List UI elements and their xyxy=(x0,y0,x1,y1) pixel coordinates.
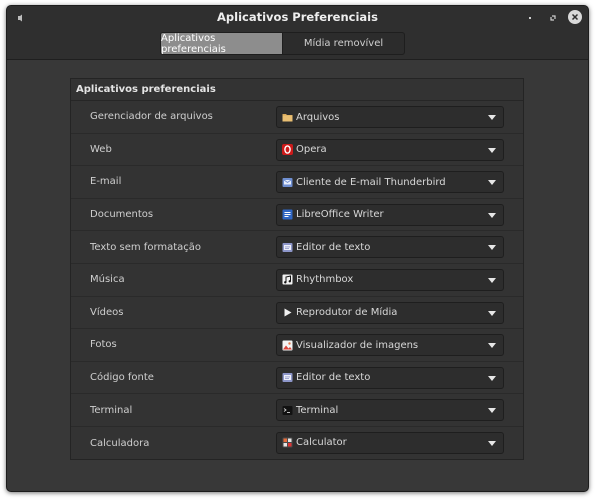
combo-value: Terminal xyxy=(296,404,339,416)
chevron-down-icon xyxy=(488,115,496,120)
web-select[interactable]: Opera xyxy=(276,138,504,161)
chevron-down-icon xyxy=(488,310,496,316)
row-label: Música xyxy=(90,274,125,286)
combo-value: Arquivos xyxy=(296,111,340,123)
combo-value: Reprodutor de Mídia xyxy=(296,307,398,319)
libreoffice-writer-icon xyxy=(282,209,293,220)
window-title: Aplicativos Preferenciais xyxy=(217,10,378,24)
chevron-down-icon xyxy=(488,277,496,283)
terminal-select[interactable]: Terminal xyxy=(276,399,504,422)
chevron-down-icon xyxy=(488,245,496,251)
row-terminal: Terminal Terminal xyxy=(71,394,523,427)
chevron-down-icon xyxy=(488,440,496,446)
calculator-icon xyxy=(282,437,293,448)
thunderbird-icon xyxy=(282,177,293,188)
minimize-icon xyxy=(529,17,531,19)
row-label: Texto sem formatação xyxy=(90,241,202,253)
row-label: Gerenciador de arquivos xyxy=(90,111,213,123)
rhythmbox-icon xyxy=(282,274,293,285)
videos-select[interactable]: Reprodutor de Mídia xyxy=(276,301,504,324)
photos-select[interactable]: Visualizador de imagens xyxy=(276,334,504,357)
file-manager-select[interactable]: Arquivos xyxy=(276,106,504,128)
opera-icon xyxy=(282,144,293,156)
row-label: E-mail xyxy=(90,176,122,188)
combo-value: Editor de texto xyxy=(296,241,371,253)
titlebar: Aplicativos Preferenciais Aplicativos pr… xyxy=(7,6,588,60)
row-documents: Documentos LibreOffice Writer xyxy=(71,199,523,232)
tab-preferred-applications[interactable]: Aplicativos preferenciais xyxy=(160,32,283,55)
terminal-icon xyxy=(282,405,293,416)
row-source-code: Código fonte Editor de texto xyxy=(71,362,523,395)
plain-text-select[interactable]: Editor de texto xyxy=(276,236,504,259)
chevron-down-icon xyxy=(488,408,496,414)
combo-value: Cliente de E-mail Thunderbird xyxy=(296,176,446,188)
row-label: Código fonte xyxy=(90,372,154,384)
combo-value: Visualizador de imagens xyxy=(296,339,419,351)
row-calculator: Calculadora Calculator xyxy=(71,427,523,460)
music-select[interactable]: Rhythmbox xyxy=(276,268,504,291)
tab-removable-media[interactable]: Mídia removível xyxy=(283,32,405,55)
combo-value: Rhythmbox xyxy=(296,274,354,286)
row-label: Calculadora xyxy=(90,437,150,449)
preferred-applications-panel: Aplicativos preferenciais Gerenciador de… xyxy=(70,78,524,460)
row-file-manager: Gerenciador de arquivos Arquivos xyxy=(71,101,523,134)
chevron-down-icon xyxy=(488,147,496,153)
close-icon xyxy=(571,13,579,21)
row-email: E-mail Cliente de E-mail Thunderbird xyxy=(71,166,523,199)
panel-header: Aplicativos preferenciais xyxy=(71,79,523,101)
maximize-icon xyxy=(550,15,556,21)
row-label: Fotos xyxy=(90,339,117,351)
row-photos: Fotos Visualizador de imagens xyxy=(71,329,523,362)
folder-icon xyxy=(282,112,293,123)
chevron-down-icon xyxy=(488,180,496,186)
chevron-down-icon xyxy=(488,343,496,349)
row-label: Terminal xyxy=(90,404,133,416)
row-plain-text: Texto sem formatação Editor de texto xyxy=(71,231,523,264)
documents-select[interactable]: LibreOffice Writer xyxy=(276,203,504,226)
row-label: Web xyxy=(90,143,112,155)
source-code-select[interactable]: Editor de texto xyxy=(276,366,504,389)
image-viewer-icon xyxy=(282,340,293,351)
row-videos: Vídeos Reprodutor de Mídia xyxy=(71,297,523,330)
calculator-select[interactable]: Calculator xyxy=(276,431,504,454)
text-editor-icon xyxy=(282,372,293,383)
maximize-button[interactable] xyxy=(546,11,560,25)
chevron-down-icon xyxy=(488,212,496,218)
text-editor-icon xyxy=(282,242,293,253)
close-button[interactable] xyxy=(568,10,582,24)
chevron-down-icon xyxy=(488,375,496,381)
email-select[interactable]: Cliente de E-mail Thunderbird xyxy=(276,171,504,194)
row-web: Web Opera xyxy=(71,134,523,167)
combo-value: Editor de texto xyxy=(296,372,371,384)
media-player-icon xyxy=(282,307,293,318)
combo-value: LibreOffice Writer xyxy=(296,209,384,221)
row-label: Vídeos xyxy=(90,306,124,318)
preferred-applications-window: Aplicativos Preferenciais Aplicativos pr… xyxy=(6,5,589,492)
minimize-button[interactable] xyxy=(523,11,537,25)
combo-value: Calculator xyxy=(296,437,347,449)
row-music: Música Rhythmbox xyxy=(71,264,523,297)
combo-value: Opera xyxy=(296,144,327,156)
tab-bar: Aplicativos preferenciais Mídia removíve… xyxy=(160,32,405,55)
row-label: Documentos xyxy=(90,209,154,221)
